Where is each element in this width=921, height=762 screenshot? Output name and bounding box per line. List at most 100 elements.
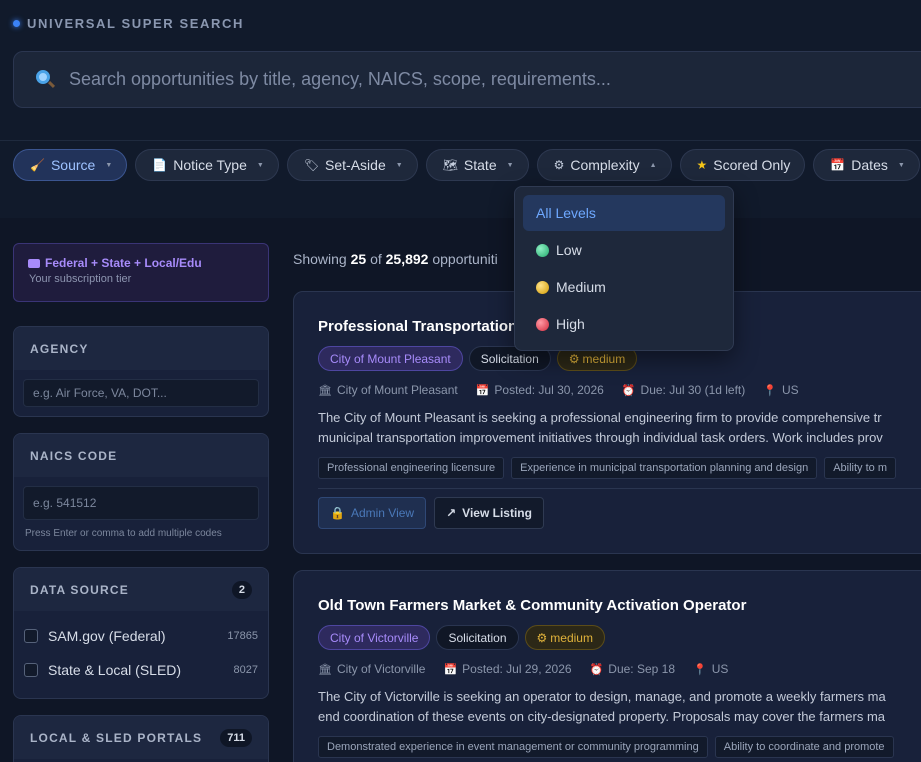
type-badge: Solicitation [436, 625, 519, 650]
panel-title: LOCAL & SLED PORTALS [30, 730, 203, 745]
naics-input[interactable] [23, 486, 259, 520]
source-count: 8027 [233, 664, 258, 676]
calendar-icon: 📅 [443, 663, 458, 676]
alarm-clock-icon: ⏰ [589, 663, 604, 676]
filter-dates[interactable]: 📅 Dates ▼ [813, 149, 920, 181]
panel-title: AGENCY [30, 341, 89, 356]
red-dot-icon [536, 317, 549, 331]
description-line: The City of Mount Pleasant is seeking a … [318, 410, 882, 425]
gear-icon: ⚙ [536, 630, 548, 645]
agency-header[interactable]: AGENCY [14, 327, 268, 370]
opportunity-card[interactable]: Old Town Farmers Market & Community Acti… [293, 570, 921, 762]
complexity-label: medium [550, 630, 593, 645]
gear-icon: ⚙ [568, 351, 580, 366]
external-link-icon: ↗ [446, 506, 457, 520]
shown-count: 25 [350, 251, 367, 267]
gear-icon: ⚙ [553, 158, 565, 172]
broom-icon: 🧹 [30, 158, 45, 172]
calendar-icon: 📅 [475, 384, 490, 397]
filter-label: Scored Only [713, 157, 791, 173]
filter-label: Source [50, 157, 96, 173]
filter-label: Notice Type [173, 157, 247, 173]
description-line: end coordination of these events on city… [318, 709, 885, 724]
due-date: Due: Sep 18 [608, 662, 675, 676]
dropdown-item-all-levels[interactable]: All Levels [523, 195, 725, 231]
chevron-down-icon: ▼ [395, 161, 403, 169]
checkbox[interactable] [24, 663, 38, 677]
chevron-down-icon: ▼ [256, 161, 264, 169]
dropdown-item-low[interactable]: Low [523, 232, 725, 268]
requirement-tag: Experience in municipal transportation p… [511, 457, 818, 479]
calendar-icon: 📅 [830, 158, 846, 172]
dropdown-item-label: All Levels [536, 205, 596, 221]
filter-scored-only[interactable]: ★ Scored Only [679, 149, 806, 181]
green-dot-icon [536, 243, 549, 257]
location: US [711, 662, 729, 676]
admin-view-button[interactable]: 🔒 Admin View [318, 497, 427, 529]
map-icon: 🗺 [442, 158, 458, 172]
dropdown-item-label: High [556, 316, 585, 332]
divider [0, 140, 921, 141]
location-pin-icon: 📍 [763, 384, 777, 397]
checkbox[interactable] [24, 629, 38, 643]
source-count: 17865 [227, 630, 258, 642]
top-bar [0, 0, 921, 218]
location: US [781, 383, 799, 397]
agency-input[interactable] [23, 379, 259, 407]
showing-prefix: Showing [293, 251, 347, 267]
dropdown-item-label: Medium [556, 279, 606, 295]
search-icon [34, 69, 56, 91]
complexity-label: medium [582, 351, 626, 366]
data-source-header[interactable]: DATA SOURCE 2 [14, 568, 268, 611]
filter-state[interactable]: 🗺 State ▼ [425, 149, 529, 181]
count-badge: 711 [220, 728, 252, 747]
filter-notice-type[interactable]: 📄 Notice Type ▼ [135, 149, 279, 181]
filter-complexity[interactable]: ⚙ Complexity ▲ [536, 149, 672, 181]
filter-label: Dates [851, 157, 888, 173]
search-input[interactable] [69, 69, 889, 90]
location-pin-icon: 📍 [693, 663, 707, 676]
status-dot-icon [13, 20, 20, 27]
panel-title: NAICS CODE [30, 448, 118, 463]
card-title[interactable]: Old Town Farmers Market & Community Acti… [318, 597, 921, 614]
divider [318, 488, 921, 489]
view-listing-button[interactable]: ↗ View Listing [434, 497, 544, 529]
star-icon: ★ [696, 158, 708, 172]
filter-label: Set-Aside [325, 157, 386, 173]
alarm-clock-icon: ⏰ [621, 384, 636, 397]
tier-title: Federal + State + Local/Edu [45, 256, 202, 270]
requirement-tag: Ability to coordinate and promote [714, 736, 894, 758]
chevron-up-icon: ▲ [649, 161, 657, 169]
requirement-tag: Professional engineering licensure [318, 457, 505, 479]
filter-source[interactable]: 🧹 Source ▼ [13, 149, 128, 181]
yellow-dot-icon [536, 280, 549, 294]
source-option-sled[interactable]: State & Local (SLED) 8027 [14, 653, 268, 687]
source-option-sam[interactable]: SAM.gov (Federal) 17865 [14, 619, 268, 653]
brand: UNIVERSAL SUPER SEARCH [13, 16, 244, 31]
posted-date: Posted: Jul 29, 2026 [462, 662, 572, 676]
data-source-panel: DATA SOURCE 2 SAM.gov (Federal) 17865 St… [13, 567, 269, 699]
meta-agency: City of Mount Pleasant [336, 383, 458, 397]
meta-agency: City of Victorville [336, 662, 426, 676]
filter-bar: 🧹 Source ▼ 📄 Notice Type ▼ 🏷 Set-Aside ▼… [13, 149, 920, 181]
complexity-dropdown: All Levels Low Medium High [514, 186, 734, 351]
dropdown-item-high[interactable]: High [523, 306, 725, 342]
button-label: View Listing [462, 506, 532, 520]
total-count: 25,892 [385, 251, 429, 267]
posted-date: Posted: Jul 30, 2026 [494, 383, 604, 397]
chevron-down-icon: ▼ [897, 161, 905, 169]
count-badge: 2 [231, 580, 252, 599]
subscription-tier: Federal + State + Local/Edu Your subscri… [13, 243, 269, 302]
panel-title: DATA SOURCE [30, 582, 129, 597]
filter-set-aside[interactable]: 🏷 Set-Aside ▼ [286, 149, 418, 181]
button-label: Admin View [350, 506, 415, 520]
search-bar[interactable] [13, 51, 921, 108]
tag-icon: 🏷 [303, 158, 320, 172]
page-title: UNIVERSAL SUPER SEARCH [27, 16, 244, 31]
dropdown-item-medium[interactable]: Medium [523, 269, 725, 305]
portals-header[interactable]: LOCAL & SLED PORTALS 711 [14, 716, 268, 759]
lock-icon: 🔒 [330, 506, 345, 520]
document-icon: 📄 [152, 158, 168, 172]
naics-header[interactable]: NAICS CODE [14, 434, 268, 477]
building-icon: 🏛 [318, 384, 332, 397]
